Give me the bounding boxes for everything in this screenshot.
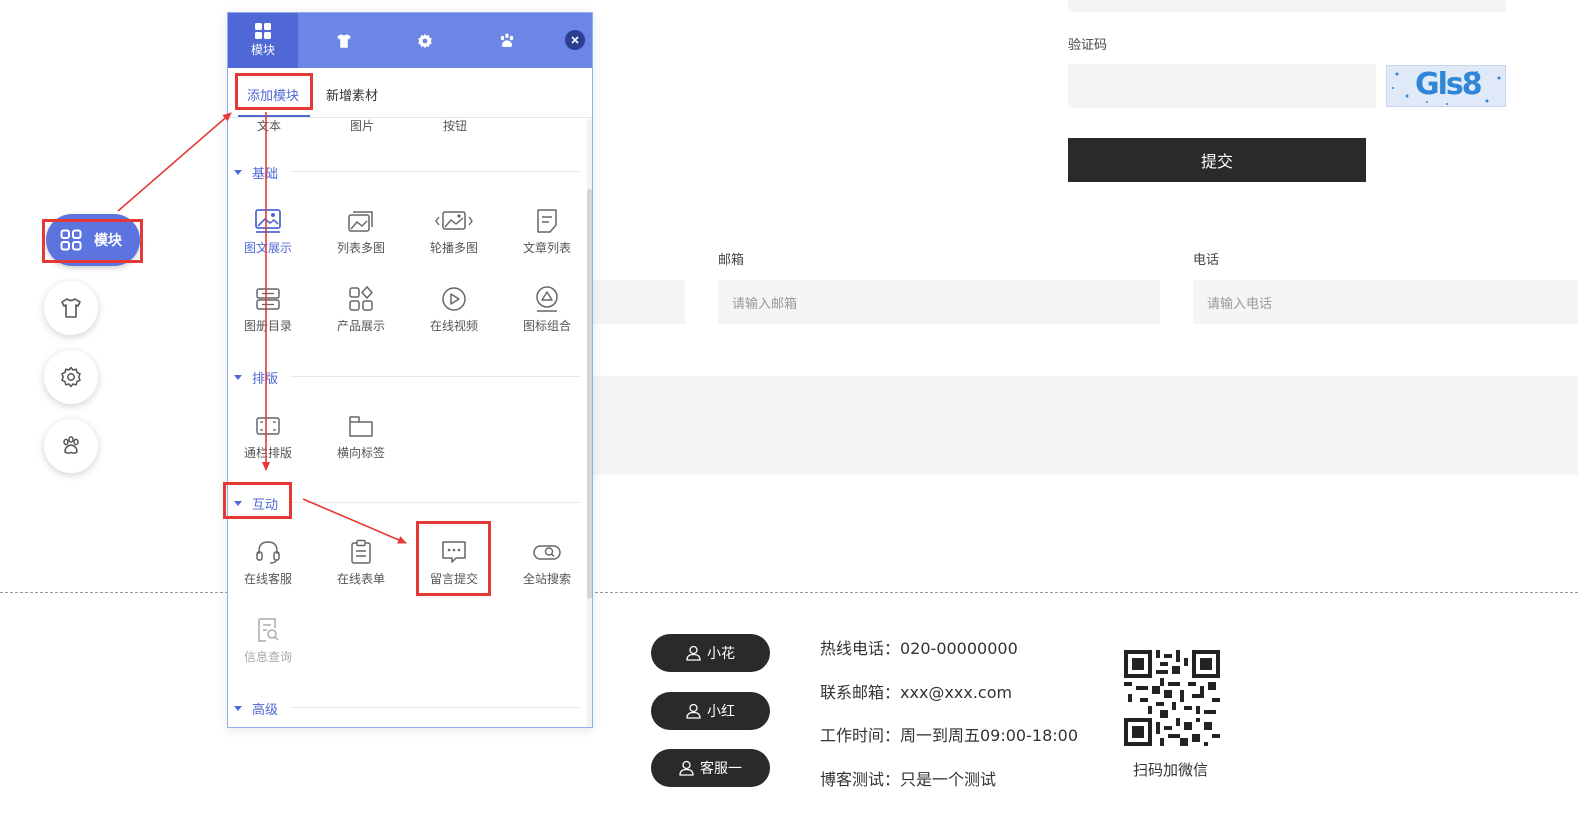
qr-code-label: 扫码加微信 (1133, 761, 1209, 779)
user-icon (686, 703, 701, 719)
user-icon (686, 645, 701, 661)
contact-name: 小花 (707, 646, 735, 662)
footer-hotline: 热线电话：020-00000000 (820, 639, 1018, 658)
annotation-arrows (117, 112, 407, 544)
arrow-interactive-to-message (302, 498, 407, 544)
contact-button-xiaohong[interactable]: 小红 (651, 692, 770, 730)
contact-button-service-1[interactable]: 客服一 (651, 749, 770, 787)
footer-blog: 博客测试：只是一个测试 (820, 770, 997, 789)
footer-email: 联系邮箱：xxx@xxx.com (820, 683, 1013, 702)
contact-name: 客服一 (700, 761, 742, 777)
contact-name: 小红 (707, 704, 735, 720)
contact-button-xiaohua[interactable]: 小花 (651, 634, 770, 672)
arrow-nav-to-add-module (117, 112, 232, 212)
footer-work-hours: 工作时间：周一到周五09:00-18:00 (820, 726, 1078, 745)
qr-code-image (1124, 650, 1220, 746)
user-icon (679, 760, 694, 776)
